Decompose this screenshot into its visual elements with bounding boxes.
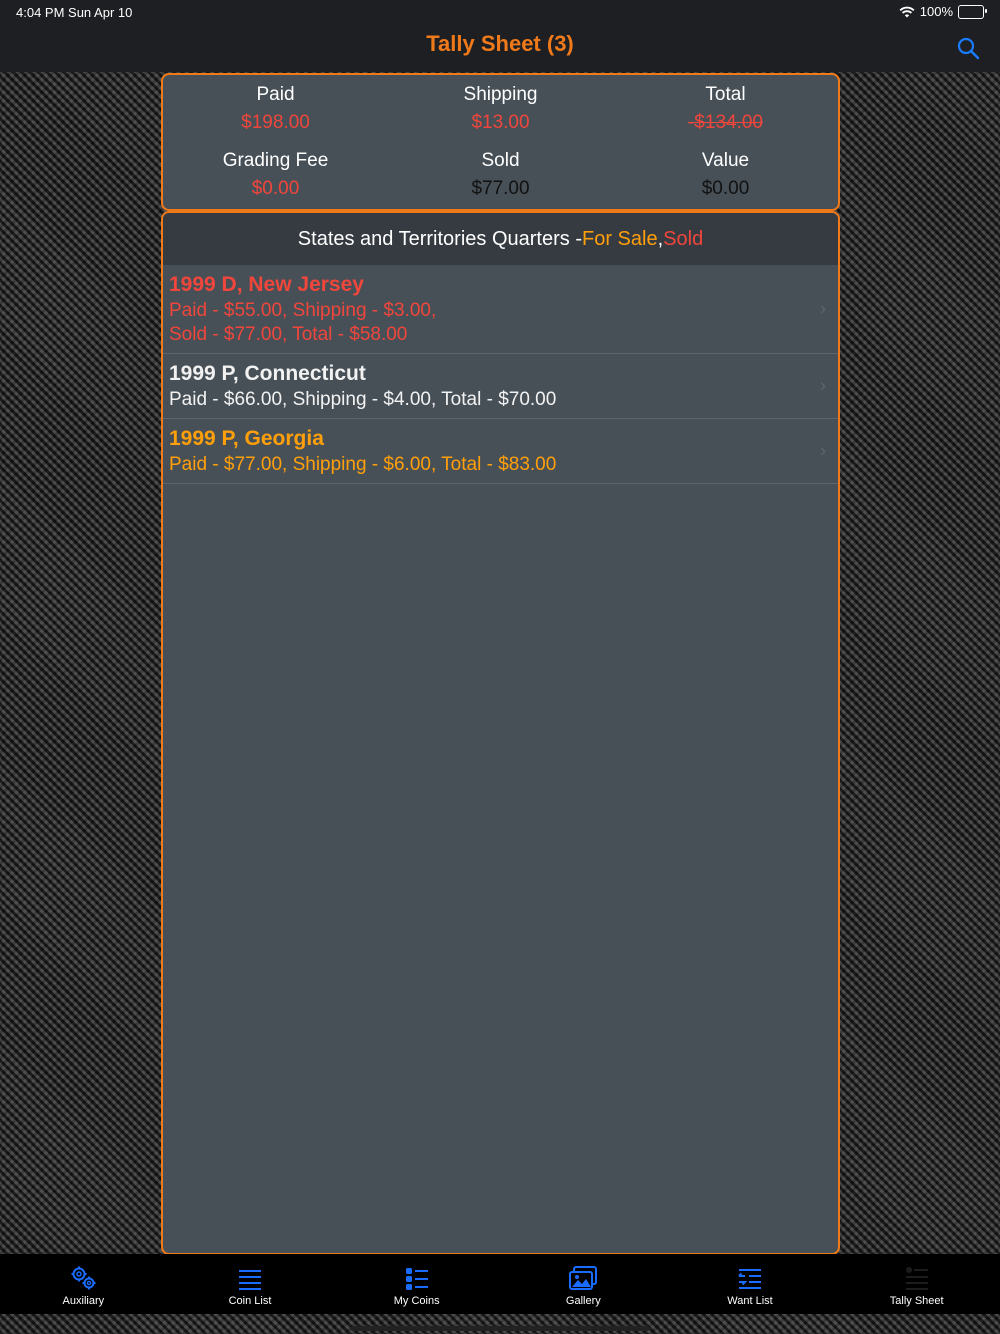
bullet-list-icon — [405, 1268, 428, 1290]
wifi-icon — [899, 6, 915, 17]
sold-value: $77.00 — [471, 178, 530, 199]
sold-label: Sold — [481, 150, 520, 171]
list-item[interactable]: 1999 P, Connecticut Paid - $66.00, Shipp… — [163, 354, 838, 419]
coin-list-panel: States and Territories Quarters - For Sa… — [161, 211, 840, 1255]
tab-my-coins[interactable]: My Coins — [333, 1254, 500, 1314]
paid-label: Paid — [256, 84, 295, 105]
tab-bar: Auxiliary Coin List My Coins Gallery Wan… — [0, 1254, 1000, 1314]
for-sale-legend: For Sale — [582, 227, 658, 250]
tab-label: Want List — [727, 1295, 773, 1307]
status-time: 4:04 PM Sun Apr 10 — [16, 5, 133, 20]
coin-detail: Paid - $66.00, Shipping - $4.00, Total -… — [169, 389, 557, 410]
grading-fee-value: $0.00 — [251, 178, 300, 199]
value-summary: Value $0.00 — [613, 150, 838, 200]
sold-summary: Sold $77.00 — [388, 150, 613, 200]
summary-panel: Paid $198.00 Shipping $13.00 Total -$134… — [161, 73, 840, 211]
tab-label: My Coins — [393, 1295, 440, 1307]
tab-auxiliary[interactable]: Auxiliary — [0, 1254, 167, 1314]
total-summary: Total -$134.00 — [613, 84, 838, 134]
home-indicator — [350, 1326, 650, 1331]
paid-summary: Paid $198.00 — [163, 84, 388, 134]
tab-tally-sheet[interactable]: Tally Sheet — [833, 1254, 1000, 1314]
tab-label: Gallery — [565, 1295, 601, 1307]
coin-title: 1999 D, New Jersey — [169, 273, 364, 296]
coin-title: 1999 P, Connecticut — [169, 362, 366, 385]
battery-percent: 100% — [919, 4, 953, 19]
tab-want-list[interactable]: Want List — [667, 1254, 834, 1314]
chevron-right-icon: › — [820, 440, 826, 461]
photos-icon — [569, 1266, 598, 1290]
search-icon[interactable] — [956, 36, 980, 60]
tab-label: Auxiliary — [62, 1295, 105, 1307]
section-title: States and Territories Quarters - — [297, 227, 582, 250]
list-item[interactable]: 1999 P, Georgia Paid - $77.00, Shipping … — [163, 419, 838, 484]
status-indicators: 100% — [899, 4, 987, 19]
coin-title: 1999 P, Georgia — [169, 427, 324, 450]
gears-icon — [71, 1266, 96, 1290]
grading-fee-label: Grading Fee — [222, 150, 329, 171]
navigation-bar: 4:04 PM Sun Apr 10 100% Tally Sheet (3) — [0, 0, 1000, 72]
shipping-summary: Shipping $13.00 — [388, 84, 613, 134]
shipping-label: Shipping — [463, 84, 538, 105]
list-icon — [239, 1270, 261, 1290]
chevron-right-icon: › — [820, 375, 826, 396]
tab-gallery[interactable]: Gallery — [500, 1254, 667, 1314]
coin-detail: Paid - $55.00, Shipping - $3.00, — [169, 300, 437, 321]
tab-coin-list[interactable]: Coin List — [167, 1254, 334, 1314]
shipping-value: $13.00 — [471, 112, 530, 133]
want-list-icon — [738, 1269, 762, 1289]
coin-detail: Paid - $77.00, Shipping - $6.00, Total -… — [169, 454, 557, 475]
coin-detail: Sold - $77.00, Total - $58.00 — [169, 324, 408, 345]
tab-label: Tally Sheet — [889, 1295, 944, 1307]
paid-value: $198.00 — [241, 112, 310, 133]
value-value: $0.00 — [701, 178, 750, 199]
total-label: Total — [705, 84, 746, 105]
value-label: Value — [701, 150, 750, 171]
tab-label: Coin List — [228, 1295, 272, 1307]
battery-icon — [958, 4, 987, 19]
grading-fee-summary: Grading Fee $0.00 — [163, 150, 388, 200]
section-header: States and Territories Quarters - For Sa… — [163, 213, 838, 265]
page-title: Tally Sheet (3) — [426, 31, 574, 56]
list-item[interactable]: 1999 D, New Jersey Paid - $55.00, Shippi… — [163, 265, 838, 354]
total-value: -$134.00 — [687, 112, 763, 133]
tally-icon — [905, 1267, 928, 1290]
chevron-right-icon: › — [820, 298, 826, 319]
sold-legend: Sold — [663, 227, 704, 250]
